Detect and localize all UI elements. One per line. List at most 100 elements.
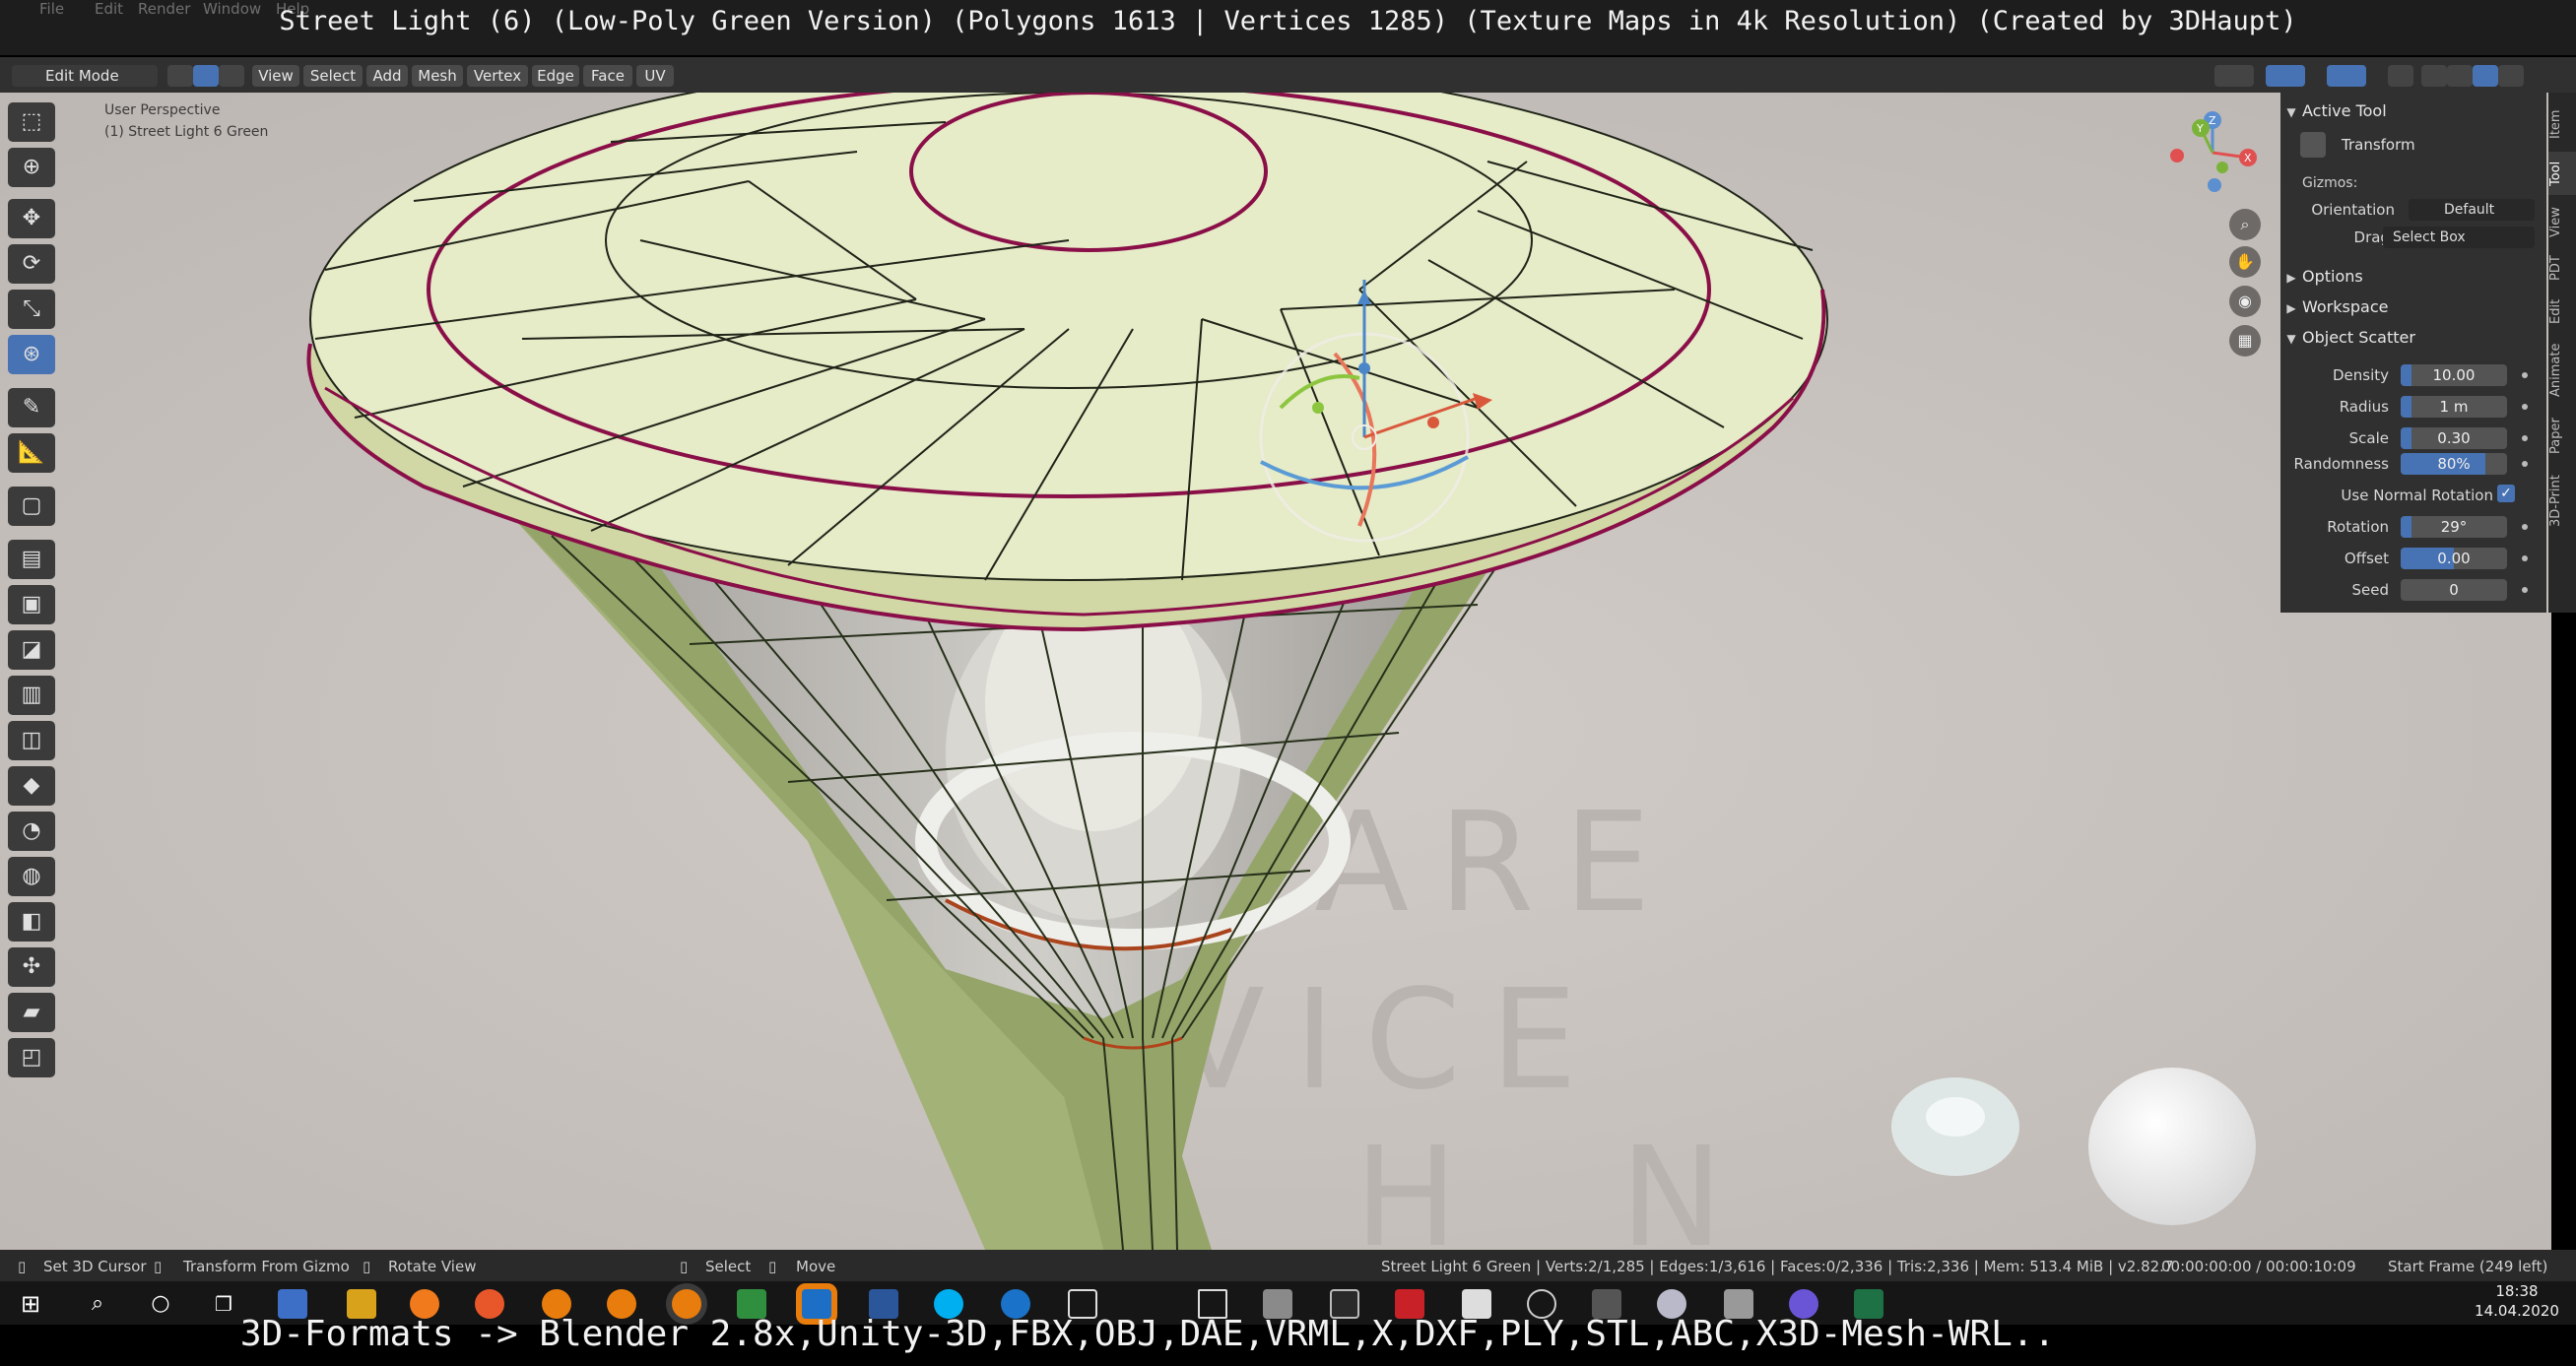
extrude-tool-icon[interactable]: ▤ (8, 540, 55, 579)
mode-selector[interactable]: Edit Mode (12, 65, 158, 87)
menu-select[interactable]: Select (303, 65, 363, 87)
xray-toggle-icon[interactable] (2388, 65, 2413, 87)
active-object-label: (1) Street Light 6 Green (104, 124, 269, 140)
cursor-tool-icon[interactable]: ⊕ (8, 148, 55, 187)
vertex-select-icon[interactable] (167, 65, 193, 87)
drag-label: Drag: (2353, 228, 2395, 246)
smooth-tool-icon[interactable]: ◍ (8, 857, 55, 896)
keyframe-dot-icon[interactable] (2522, 587, 2528, 593)
select-box-tool-icon[interactable]: ⬚ (8, 102, 55, 142)
view-object-types-icon[interactable] (2214, 65, 2254, 87)
edge-select-icon[interactable] (193, 65, 219, 87)
status-bar: ▯ Set 3D Cursor ▯ Transform From Gizmo ▯… (0, 1250, 2576, 1281)
shading-rendered-icon[interactable] (2498, 65, 2524, 87)
3d-viewport[interactable]: FTWARE ERVICE O H N User Perspective (1)… (0, 93, 2551, 1250)
overlays-toggle-icon[interactable] (2327, 65, 2366, 87)
rotation-field[interactable]: 29° (2401, 516, 2507, 538)
seed-field[interactable]: 0 (2401, 579, 2507, 601)
menu-uv[interactable]: UV (636, 65, 674, 87)
spin-tool-icon[interactable]: ◔ (8, 812, 55, 851)
gizmo-toggle-icon[interactable] (2266, 65, 2305, 87)
radius-field[interactable]: 1 m (2401, 396, 2507, 418)
tab-animate[interactable]: Animate (2548, 335, 2576, 406)
keyframe-dot-icon[interactable] (2522, 524, 2528, 530)
ortho-grid-icon[interactable]: ▦ (2229, 325, 2261, 357)
edge-slide-tool-icon[interactable]: ◧ (8, 902, 55, 942)
active-tool-header[interactable]: ▼ Active Tool (2280, 97, 2546, 126)
menu-mesh[interactable]: Mesh (412, 65, 463, 87)
use-normal-rotation-checkbox[interactable]: ✓ (2497, 485, 2515, 502)
options-header[interactable]: ▶ Options (2280, 262, 2546, 292)
transform-tool-icon[interactable]: ⊛ (8, 335, 55, 374)
tab-edit[interactable]: Edit (2548, 292, 2576, 331)
menu-view[interactable]: View (252, 65, 299, 87)
axis-y-label: Y (2196, 122, 2204, 135)
inset-tool-icon[interactable]: ▣ (8, 585, 55, 624)
offset-field[interactable]: 0.00 (2401, 548, 2507, 569)
tab-pdt[interactable]: PDT (2548, 248, 2576, 288)
clock-time: 18:38 (2495, 1282, 2539, 1300)
pan-hand-icon[interactable]: ✋ (2229, 246, 2261, 278)
camera-view-icon[interactable]: ◉ (2229, 286, 2261, 317)
bevel-tool-icon[interactable]: ◪ (8, 630, 55, 670)
navigation-gizmo[interactable]: Z X Y (2163, 108, 2262, 197)
status-select: Select (705, 1258, 752, 1275)
status-rotate-view: Rotate View (388, 1258, 477, 1275)
object-scatter-header[interactable]: ▼ Object Scatter (2280, 323, 2546, 353)
annotate-tool-icon[interactable]: ✎ (8, 388, 55, 427)
face-select-icon[interactable] (219, 65, 244, 87)
video-title-caption: Street Light (6) (Low-Poly Green Version… (279, 6, 2297, 36)
gizmos-label: Gizmos: (2302, 175, 2358, 191)
shading-material-icon[interactable] (2473, 65, 2498, 87)
shrink-fatten-tool-icon[interactable]: ✣ (8, 947, 55, 987)
mouse-middle-icon: ▯ (154, 1258, 163, 1275)
keyframe-dot-icon[interactable] (2522, 372, 2528, 378)
formats-caption: 3D-Formats -> Blender 2.8x,Unity-3D,FBX,… (239, 1314, 2056, 1354)
shading-solid-icon[interactable] (2447, 65, 2473, 87)
menu-face[interactable]: Face (583, 65, 632, 87)
menu-edge[interactable]: Edge (532, 65, 579, 87)
scale-label: Scale (2348, 429, 2389, 447)
measure-tool-icon[interactable]: 📐 (8, 433, 55, 473)
offset-label: Offset (2344, 550, 2389, 567)
shading-wireframe-icon[interactable] (2421, 65, 2447, 87)
mouse-right-icon: ▯ (363, 1258, 371, 1275)
street-light-mesh: FTWARE ERVICE O H N (0, 93, 2551, 1250)
randomness-field[interactable]: 80% (2401, 453, 2507, 475)
density-field[interactable]: 10.00 (2401, 364, 2507, 386)
tab-paper[interactable]: Paper (2548, 410, 2576, 463)
keyframe-dot-icon[interactable] (2522, 404, 2528, 410)
knife-tool-icon[interactable]: ◫ (8, 721, 55, 760)
zoom-icon[interactable]: ⌕ (2229, 209, 2261, 240)
expand-icon: ▶ (2286, 301, 2296, 315)
tab-3d-print[interactable]: 3D-Print (2548, 467, 2576, 536)
menu-vertex[interactable]: Vertex (467, 65, 528, 87)
keyframe-dot-icon[interactable] (2522, 555, 2528, 561)
status-set-cursor: Set 3D Cursor (43, 1258, 147, 1275)
scale-field[interactable]: 0.30 (2401, 427, 2507, 449)
perspective-label: User Perspective (104, 102, 221, 118)
move-tool-icon[interactable]: ✥ (8, 199, 55, 238)
orientation-dropdown[interactable]: Default (2409, 199, 2535, 221)
axis-z-label: Z (2209, 114, 2216, 127)
shear-tool-icon[interactable]: ▰ (8, 993, 55, 1032)
transform-tool-icon (2300, 132, 2326, 158)
scale-tool-icon[interactable]: ⤡ (8, 290, 55, 329)
tab-tool[interactable]: Tool (2548, 152, 2576, 195)
rotate-tool-icon[interactable]: ⟳ (8, 244, 55, 284)
tab-item[interactable]: Item (2548, 102, 2576, 146)
loop-cut-tool-icon[interactable]: ▥ (8, 676, 55, 715)
drag-dropdown[interactable]: Select Box (2383, 227, 2535, 248)
sidebar-panel: ▼ Active Tool Transform Gizmos: Orientati… (2280, 93, 2546, 613)
start-frame-info: Start Frame (249 left) (2388, 1258, 2548, 1275)
keyframe-dot-icon[interactable] (2522, 461, 2528, 467)
tab-view[interactable]: View (2548, 201, 2576, 244)
keyframe-dot-icon[interactable] (2522, 435, 2528, 441)
viewport-header: Edit Mode View Select Add Mesh Vertex Ed… (0, 57, 2576, 93)
menu-add[interactable]: Add (366, 65, 408, 87)
rip-region-tool-icon[interactable]: ◰ (8, 1038, 55, 1077)
workspace-header[interactable]: ▶ Workspace (2280, 293, 2546, 322)
taskbar-clock[interactable]: 18:38 14.04.2020 (2473, 1281, 2561, 1321)
add-cube-tool-icon[interactable]: ▢ (8, 487, 55, 526)
poly-build-tool-icon[interactable]: ◆ (8, 766, 55, 806)
